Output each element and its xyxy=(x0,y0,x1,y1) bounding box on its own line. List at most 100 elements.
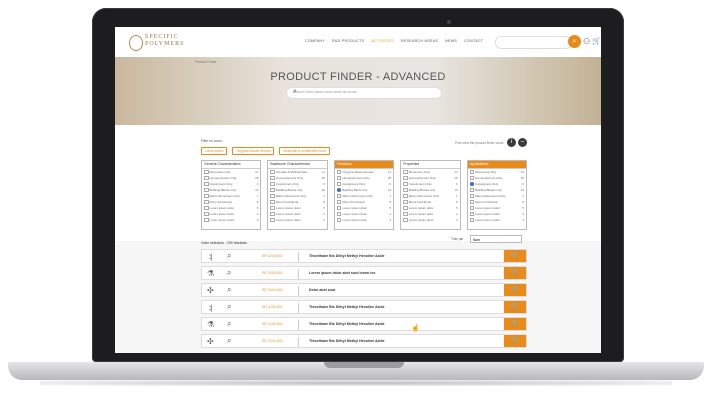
product-name[interactable]: Thioethane Bis Dithyl Methyl Hexoline Az… xyxy=(309,339,385,343)
zoom-icon[interactable]: ⌕ xyxy=(227,302,231,312)
product-ref[interactable]: SP-3-04-002 xyxy=(262,339,282,343)
checkbox[interactable] xyxy=(336,175,342,181)
checkbox[interactable] xyxy=(403,169,408,175)
checkbox[interactable] xyxy=(336,211,342,217)
checkbox[interactable] xyxy=(270,175,275,181)
filter-option[interactable]: Lorem ipsum dolor 3 xyxy=(401,217,459,223)
info-icon[interactable]: i xyxy=(507,138,516,147)
add-to-cart-icon[interactable]: 🛒 xyxy=(504,301,526,313)
add-to-cart-icon[interactable]: 🛒 xyxy=(504,267,526,279)
checkbox[interactable] xyxy=(469,193,475,199)
checkbox[interactable] xyxy=(204,211,209,217)
checkbox[interactable] xyxy=(336,217,342,223)
result-row[interactable]: ⺦ ⌕ SP-3-04-002 Thioethane Bis Dithyl Methy… xyxy=(201,249,527,263)
search-icon[interactable]: ⌕ xyxy=(568,35,581,48)
filter-column-title[interactable]: Backbone Characteristics xyxy=(268,161,327,169)
nav-item-r-d-products[interactable]: R&D PRODUCTS xyxy=(332,39,364,43)
checkbox[interactable] xyxy=(469,169,475,175)
checkbox[interactable] xyxy=(270,187,275,193)
filter-option[interactable]: Lorem ipsum dolor 3 xyxy=(268,217,326,223)
zoom-icon[interactable]: ⌕ xyxy=(227,336,231,346)
filter-column-title[interactable]: Applications xyxy=(467,161,527,169)
add-to-cart-icon[interactable]: 🛒 xyxy=(504,284,526,296)
search-icon[interactable]: ⌕ xyxy=(293,88,437,96)
checkbox[interactable] xyxy=(336,181,342,187)
checkbox[interactable] xyxy=(270,181,275,187)
checkbox[interactable] xyxy=(270,217,275,223)
nav-item-research-areas[interactable]: RESEARCH AREAS xyxy=(401,39,438,43)
product-ref[interactable]: SP-3-04-002 xyxy=(262,322,282,326)
checkbox[interactable] xyxy=(403,211,408,217)
checkbox[interactable] xyxy=(336,205,342,211)
product-name[interactable]: Lorem ipsum dolor abet sout lorem ivo xyxy=(309,271,376,275)
checkbox[interactable] xyxy=(469,199,475,205)
checkbox[interactable] xyxy=(469,217,475,223)
product-name[interactable]: Thioethane Bis Dithyl Methyl Hexoline Az… xyxy=(309,322,385,326)
add-to-cart-icon[interactable]: 🛒 xyxy=(504,318,526,330)
checkbox[interactable] xyxy=(469,187,475,193)
product-name[interactable]: Thioethane Bis Dithyl Methyl Hexoline Az… xyxy=(309,254,385,258)
product-ref[interactable]: SP-3-04-002 xyxy=(262,305,282,309)
nav-item-company[interactable]: COMPANY xyxy=(305,39,325,43)
result-row[interactable]: ⚗ ⌕ SP-3-04-002 Thioethane Bis Dithyl Methy… xyxy=(201,317,527,331)
checkbox[interactable] xyxy=(403,217,408,223)
zoom-icon[interactable]: ⌕ xyxy=(227,285,231,295)
checkbox[interactable] xyxy=(336,169,342,175)
nav-item-contact[interactable]: CONTACT xyxy=(464,39,483,43)
filter-chip[interactable]: Oxygene Based Groups xyxy=(232,147,275,155)
minus-icon[interactable]: – xyxy=(518,138,527,147)
product-ref[interactable]: SP-3-04-002 xyxy=(262,271,282,275)
checkbox[interactable] xyxy=(204,205,209,211)
checkbox[interactable] xyxy=(336,199,342,205)
checkbox[interactable] xyxy=(469,205,475,211)
filter-column-title[interactable]: Functions xyxy=(334,161,394,169)
result-row[interactable]: ✣ ⌕ SP-3-04-002 Thioethane Bis Dithyl Methy… xyxy=(201,334,527,348)
checkbox[interactable] xyxy=(469,181,475,187)
checkbox[interactable] xyxy=(204,199,209,205)
product-name[interactable]: Thioethane Bis Dithyl Methyl Hexoline Az… xyxy=(309,305,385,309)
cart-icon[interactable]: 🛒 xyxy=(592,37,601,45)
checkbox[interactable] xyxy=(403,205,408,211)
zoom-icon[interactable]: ⌕ xyxy=(227,251,231,261)
checkbox[interactable] xyxy=(403,193,408,199)
filter-chip[interactable]: Molecular & pentamethyl urea xyxy=(279,147,330,155)
add-to-cart-icon[interactable]: 🛒 xyxy=(504,335,526,347)
nav-item-news[interactable]: NEWS xyxy=(445,39,457,43)
result-row[interactable]: ⺦ ⌕ SP-3-04-002 Thioethane Bis Dithyl Methy… xyxy=(201,300,527,314)
product-name[interactable]: Dolor abet sout xyxy=(309,288,335,292)
checkbox[interactable] xyxy=(270,199,275,205)
product-search-input[interactable]: Search lorem ipsum dolor amet by words ⌕ xyxy=(286,87,442,99)
result-row[interactable]: ✣ ⌕ SP-3-04-002 Dolor abet sout 🛒 xyxy=(201,283,527,297)
checkbox[interactable] xyxy=(270,205,275,211)
checkbox[interactable] xyxy=(403,187,408,193)
checkbox[interactable] xyxy=(204,181,209,187)
checkbox[interactable] xyxy=(270,169,275,175)
add-to-cart-icon[interactable]: 🛒 xyxy=(504,250,526,262)
checkbox[interactable] xyxy=(403,199,408,205)
nav-item-activities[interactable]: ACTIVITIES xyxy=(371,39,394,43)
checkbox[interactable] xyxy=(204,175,209,181)
checkbox[interactable] xyxy=(270,193,275,199)
logo[interactable]: SPECIFIC POLYMERS xyxy=(129,34,189,52)
checkbox[interactable] xyxy=(403,181,408,187)
sort-select[interactable]: Nom xyxy=(470,235,522,243)
product-ref[interactable]: SP-3-04-002 xyxy=(262,254,282,258)
filter-option[interactable]: Lorem ipsum dolor 3 xyxy=(468,217,526,223)
result-row[interactable]: ⚗ ⌕ SP-3-04-002 Lorem ipsum dolor abet sout… xyxy=(201,266,527,280)
checkbox[interactable] xyxy=(204,217,209,223)
checkbox[interactable] xyxy=(204,187,209,193)
user-icon[interactable]: ⚇ xyxy=(583,37,590,46)
checkbox[interactable] xyxy=(270,211,275,217)
filter-chip[interactable]: Lorem ipsum xyxy=(201,147,228,155)
zoom-icon[interactable]: ⌕ xyxy=(227,268,231,278)
filter-column-title[interactable]: Properties xyxy=(401,161,460,169)
checkbox[interactable] xyxy=(469,211,475,217)
filter-column-title[interactable]: General Characteristics xyxy=(202,161,261,169)
header-search-input[interactable] xyxy=(495,36,572,49)
breadcrumb[interactable]: Product Finder xyxy=(195,60,217,64)
zoom-icon[interactable]: ⌕ xyxy=(227,319,231,329)
checkbox[interactable] xyxy=(469,175,475,181)
checkbox[interactable] xyxy=(336,187,342,193)
filter-option[interactable]: Lorem ipsum dolor 3 xyxy=(335,217,393,223)
checkbox[interactable] xyxy=(336,193,342,199)
